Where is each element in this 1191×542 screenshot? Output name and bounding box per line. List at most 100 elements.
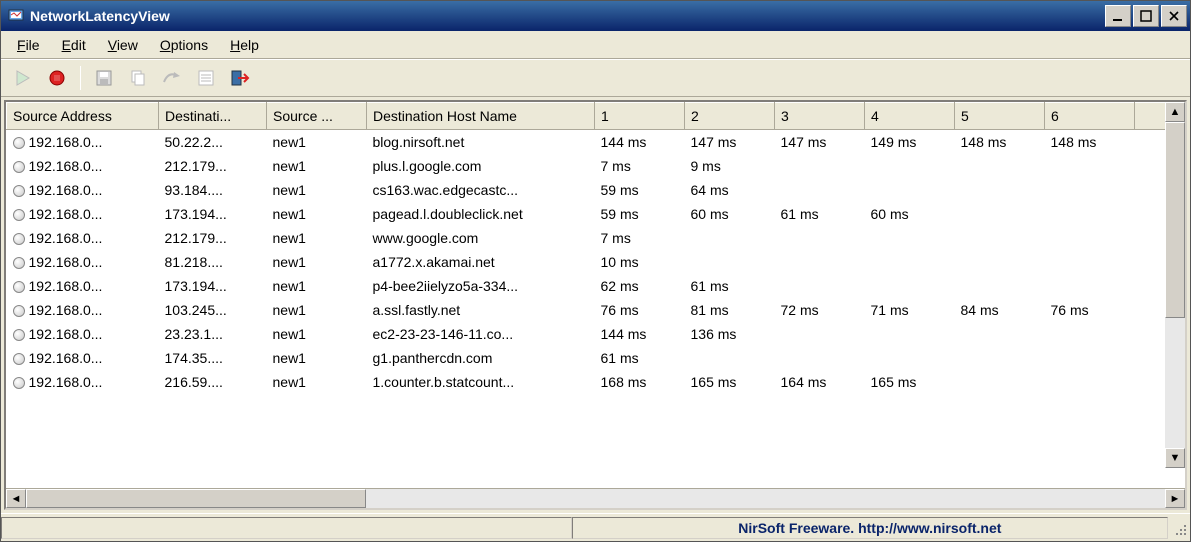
cell: 61 ms	[775, 202, 865, 226]
cell: 7 ms	[595, 154, 685, 178]
copy-button[interactable]	[124, 64, 152, 92]
resize-grip[interactable]	[1168, 517, 1190, 539]
cell: 165 ms	[685, 370, 775, 394]
cell	[1045, 250, 1135, 274]
menu-view[interactable]: View	[98, 34, 148, 56]
table-row[interactable]: 192.168.0...216.59....new11.counter.b.st…	[7, 370, 1185, 394]
column-header-6[interactable]: 3	[775, 103, 865, 130]
cell: 165 ms	[865, 370, 955, 394]
table-row[interactable]: 192.168.0...23.23.1...new1ec2-23-23-146-…	[7, 322, 1185, 346]
toolbar	[1, 59, 1190, 97]
cell: 148 ms	[1045, 130, 1135, 155]
cell: 61 ms	[685, 274, 775, 298]
cell: new1	[267, 130, 367, 155]
cell: 192.168.0...	[7, 250, 159, 274]
cell: 76 ms	[595, 298, 685, 322]
app-icon	[7, 7, 25, 25]
row-status-icon	[13, 137, 25, 149]
close-button[interactable]	[1161, 5, 1187, 27]
list-view[interactable]: Source AddressDestinati...Source ...Dest…	[6, 102, 1185, 488]
table-row[interactable]: 192.168.0...93.184....new1cs163.wac.edge…	[7, 178, 1185, 202]
cell	[865, 346, 955, 370]
table-row[interactable]: 192.168.0...173.194...new1pagead.l.doubl…	[7, 202, 1185, 226]
properties-icon	[197, 69, 215, 87]
cell: new1	[267, 370, 367, 394]
table-row[interactable]: 192.168.0...81.218....new1a1772.x.akamai…	[7, 250, 1185, 274]
scroll-right-button[interactable]: ►	[1165, 489, 1185, 508]
cell	[955, 250, 1045, 274]
cell: 192.168.0...	[7, 370, 159, 394]
cell	[685, 250, 775, 274]
column-header-0[interactable]: Source Address	[7, 103, 159, 130]
exit-button[interactable]	[226, 64, 254, 92]
cell	[1045, 322, 1135, 346]
horizontal-scrollbar[interactable]: ◄ ►	[6, 488, 1185, 508]
table-row[interactable]: 192.168.0...50.22.2...new1blog.nirsoft.n…	[7, 130, 1185, 155]
scroll-down-button[interactable]: ▼	[1165, 448, 1185, 468]
row-status-icon	[13, 329, 25, 341]
column-header-2[interactable]: Source ...	[267, 103, 367, 130]
cell: 60 ms	[865, 202, 955, 226]
cell: 192.168.0...	[7, 178, 159, 202]
hscroll-track[interactable]	[26, 489, 1165, 508]
column-header-5[interactable]: 2	[685, 103, 775, 130]
arrow-right-icon	[162, 69, 182, 87]
scroll-left-button[interactable]: ◄	[6, 489, 26, 508]
minimize-button[interactable]	[1105, 5, 1131, 27]
cell	[955, 202, 1045, 226]
play-button[interactable]	[9, 64, 37, 92]
jump-button[interactable]	[158, 64, 186, 92]
cell: cs163.wac.edgecastc...	[367, 178, 595, 202]
save-icon	[95, 69, 113, 87]
title-bar[interactable]: NetworkLatencyView	[1, 1, 1190, 31]
cell: new1	[267, 178, 367, 202]
maximize-button[interactable]	[1133, 5, 1159, 27]
menu-help[interactable]: Help	[220, 34, 269, 56]
cell: 212.179...	[159, 154, 267, 178]
cell: 10 ms	[595, 250, 685, 274]
cell	[775, 154, 865, 178]
table-row[interactable]: 192.168.0...212.179...new1www.google.com…	[7, 226, 1185, 250]
cell: pagead.l.doubleclick.net	[367, 202, 595, 226]
table-row[interactable]: 192.168.0...174.35....new1g1.panthercdn.…	[7, 346, 1185, 370]
cell	[1045, 274, 1135, 298]
cell: 60 ms	[685, 202, 775, 226]
cell: 147 ms	[685, 130, 775, 155]
scroll-track[interactable]	[1165, 122, 1185, 448]
cell: 9 ms	[685, 154, 775, 178]
cell: 192.168.0...	[7, 322, 159, 346]
menu-options[interactable]: Options	[150, 34, 218, 56]
menu-options-rest: ptions	[171, 37, 208, 53]
scroll-thumb[interactable]	[1165, 122, 1185, 318]
properties-button[interactable]	[192, 64, 220, 92]
cell: 59 ms	[595, 202, 685, 226]
cell: new1	[267, 322, 367, 346]
column-header-4[interactable]: 1	[595, 103, 685, 130]
table-header-row: Source AddressDestinati...Source ...Dest…	[7, 103, 1185, 130]
cell: 50.22.2...	[159, 130, 267, 155]
column-header-3[interactable]: Destination Host Name	[367, 103, 595, 130]
stop-button[interactable]	[43, 64, 71, 92]
save-button[interactable]	[90, 64, 118, 92]
table-row[interactable]: 192.168.0...103.245...new1a.ssl.fastly.n…	[7, 298, 1185, 322]
menu-file[interactable]: File	[7, 34, 50, 56]
play-icon	[14, 69, 32, 87]
cell: new1	[267, 250, 367, 274]
menu-edit[interactable]: Edit	[52, 34, 96, 56]
column-header-8[interactable]: 5	[955, 103, 1045, 130]
cell: 192.168.0...	[7, 130, 159, 155]
cell: g1.panthercdn.com	[367, 346, 595, 370]
column-header-7[interactable]: 4	[865, 103, 955, 130]
cell	[685, 226, 775, 250]
table-row[interactable]: 192.168.0...173.194...new1p4-bee2iielyzo…	[7, 274, 1185, 298]
hscroll-thumb[interactable]	[26, 489, 366, 508]
cell	[865, 274, 955, 298]
table-row[interactable]: 192.168.0...212.179...new1plus.l.google.…	[7, 154, 1185, 178]
cell	[955, 346, 1045, 370]
cell: 7 ms	[595, 226, 685, 250]
column-header-9[interactable]: 6	[1045, 103, 1135, 130]
vertical-scrollbar[interactable]: ▲ ▼	[1165, 102, 1185, 468]
latency-table: Source AddressDestinati...Source ...Dest…	[6, 102, 1185, 394]
column-header-1[interactable]: Destinati...	[159, 103, 267, 130]
scroll-up-button[interactable]: ▲	[1165, 102, 1185, 122]
